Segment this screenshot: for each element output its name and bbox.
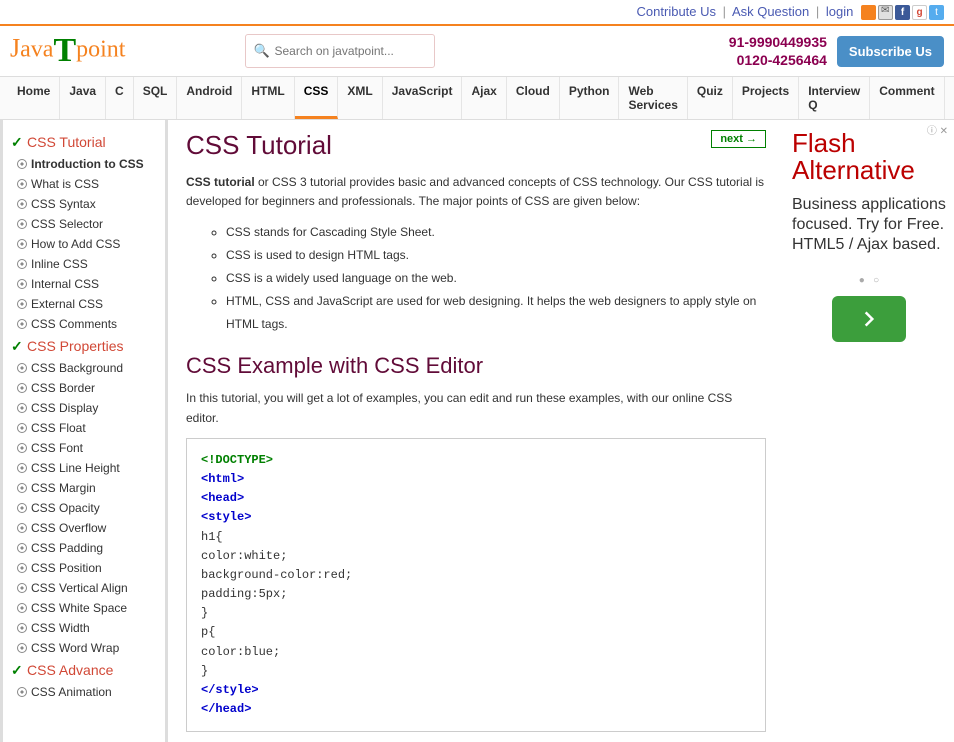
nav-tab-cloud[interactable]: Cloud [507,77,560,119]
nav-tab-xml[interactable]: XML [338,77,382,119]
nav-tab-ajax[interactable]: Ajax [462,77,506,119]
nav-tab-android[interactable]: Android [177,77,242,119]
sidebar-item[interactable]: CSS Padding [9,538,159,558]
logo[interactable]: JavaTpoint [10,32,125,70]
nav-tab-c[interactable]: C [106,77,134,119]
subscribe-button[interactable]: Subscribe Us [837,36,944,67]
sidebar-item[interactable]: CSS Opacity [9,498,159,518]
nav-tab-comment[interactable]: Comment [870,77,944,119]
top-links-bar: Contribute Us | Ask Question | login f g… [0,0,954,24]
code-line: </style> [201,681,751,700]
sidebar-item[interactable]: CSS Comments [9,314,159,334]
example-intro: In this tutorial, you will get a lot of … [186,389,766,427]
chevron-right-icon [859,309,879,329]
nav-tab-css[interactable]: CSS [295,77,339,119]
mail-icon[interactable] [878,5,893,20]
code-example: <!DOCTYPE><html><head><style>h1{color:wh… [186,438,766,733]
sidebar-heading: CSS Properties [9,334,159,358]
ad-sidebar: ⓘ ✕ FlashAlternative Business applicatio… [784,120,954,742]
nav-tab-web-services[interactable]: Web Services [619,77,687,119]
ad-close-icon[interactable]: ⓘ ✕ [927,122,948,137]
sidebar-item[interactable]: Inline CSS [9,254,159,274]
search-input[interactable] [245,34,435,68]
sidebar-item[interactable]: Introduction to CSS [9,154,159,174]
nav-tab-interview-q[interactable]: Interview Q [799,77,870,119]
sidebar-item[interactable]: CSS Animation [9,682,159,702]
nav-tabs: HomeJavaCSQLAndroidHTMLCSSXMLJavaScriptA… [0,77,954,120]
ask-question-link[interactable]: Ask Question [732,4,809,19]
ad-go-button[interactable] [832,296,906,342]
facebook-icon[interactable]: f [895,5,910,20]
code-line: padding:5px; [201,585,751,604]
sidebar-item[interactable]: CSS Font [9,438,159,458]
contact-phones: 91-9990449935 0120-4256464 [729,33,827,69]
code-line: <style> [201,508,751,527]
sidebar-item[interactable]: CSS Display [9,398,159,418]
google-plus-icon[interactable]: g [912,5,927,20]
code-line: } [201,604,751,623]
sidebar-item[interactable]: CSS Selector [9,214,159,234]
search-icon: 🔍 [253,43,269,59]
nav-tab-python[interactable]: Python [560,77,620,119]
twitter-icon[interactable]: t [929,5,944,20]
bullet-item: CSS is used to design HTML tags. [226,244,766,267]
sidebar-item[interactable]: CSS Border [9,378,159,398]
sidebar-item[interactable]: External CSS [9,294,159,314]
intro-bullets: CSS stands for Cascading Style Sheet.CSS… [226,221,766,335]
sidebar-item[interactable]: CSS Background [9,358,159,378]
nav-tab-home[interactable]: Home [8,77,60,119]
main-content: next → CSS Tutorial CSS tutorial or CSS … [165,120,784,742]
sidebar-item[interactable]: How to Add CSS [9,234,159,254]
sidebar: CSS TutorialIntroduction to CSSWhat is C… [0,120,165,742]
code-line: color:blue; [201,643,751,662]
ad-text: Business applications focused. Try for F… [792,195,946,255]
sidebar-item[interactable]: What is CSS [9,174,159,194]
next-button[interactable]: next → [711,130,766,148]
code-line: h1{ [201,528,751,547]
bullet-item: CSS stands for Cascading Style Sheet. [226,221,766,244]
contribute-link[interactable]: Contribute Us [637,4,716,19]
nav-tab-javascript[interactable]: JavaScript [383,77,463,119]
header: JavaTpoint 🔍 91-9990449935 0120-4256464 … [0,24,954,77]
sidebar-item[interactable]: CSS Position [9,558,159,578]
bullet-item: HTML, CSS and JavaScript are used for we… [226,290,766,336]
ad-pager-dots: ● ○ [792,275,946,286]
code-line: } [201,662,751,681]
nav-tab-sql[interactable]: SQL [134,77,178,119]
intro-paragraph: CSS tutorial or CSS 3 tutorial provides … [186,173,766,211]
nav-tab-forum[interactable]: Forum [945,77,954,119]
code-line: p{ [201,623,751,642]
sidebar-item[interactable]: CSS White Space [9,598,159,618]
sidebar-item[interactable]: CSS Float [9,418,159,438]
nav-tab-html[interactable]: HTML [242,77,294,119]
ad-title: FlashAlternative [792,130,946,185]
sidebar-item[interactable]: Internal CSS [9,274,159,294]
nav-tab-java[interactable]: Java [60,77,106,119]
sidebar-item[interactable]: CSS Syntax [9,194,159,214]
code-line: background-color:red; [201,566,751,585]
sidebar-item[interactable]: CSS Line Height [9,458,159,478]
code-line: <!DOCTYPE> [201,451,751,470]
sidebar-heading: CSS Tutorial [9,130,159,154]
code-line: color:white; [201,547,751,566]
rss-icon[interactable] [861,5,876,20]
bullet-item: CSS is a widely used language on the web… [226,267,766,290]
code-line: <head> [201,489,751,508]
login-link[interactable]: login [826,4,853,19]
code-line: <html> [201,470,751,489]
sidebar-item[interactable]: CSS Margin [9,478,159,498]
example-heading: CSS Example with CSS Editor [186,353,766,379]
search-box: 🔍 [245,34,435,68]
nav-tab-projects[interactable]: Projects [733,77,799,119]
page-title: CSS Tutorial [186,130,766,161]
sidebar-item[interactable]: CSS Overflow [9,518,159,538]
sidebar-heading: CSS Advance [9,658,159,682]
sidebar-item[interactable]: CSS Word Wrap [9,638,159,658]
code-line: </head> [201,700,751,719]
sidebar-item[interactable]: CSS Width [9,618,159,638]
sidebar-item[interactable]: CSS Vertical Align [9,578,159,598]
nav-tab-quiz[interactable]: Quiz [688,77,733,119]
